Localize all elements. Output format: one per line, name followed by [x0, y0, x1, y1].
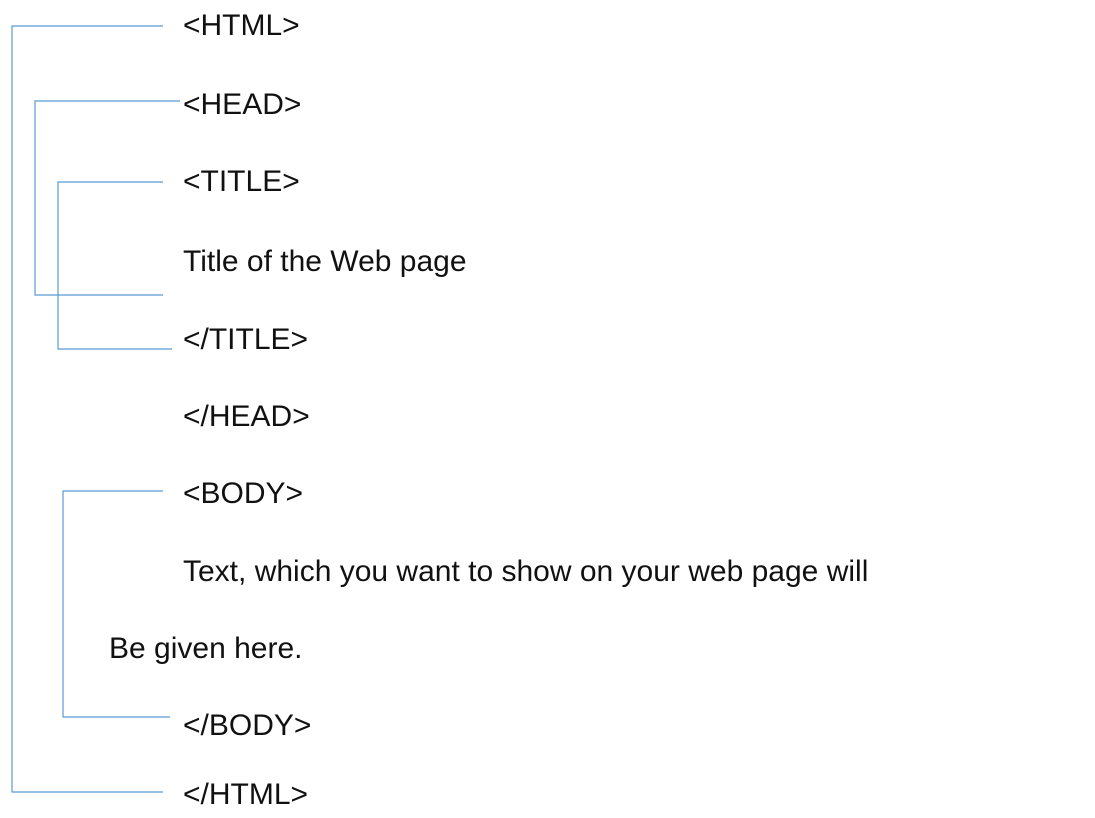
head-bracket: [34, 100, 180, 296]
title-bracket: [57, 181, 172, 350]
body-bracket-line: [62, 490, 170, 718]
body-text-line-1: Text, which you want to show on your web…: [183, 555, 869, 588]
title-close-tag: </TITLE>: [183, 323, 309, 356]
head-open-tag: <HEAD>: [183, 88, 302, 121]
head-close-tag: </HEAD>: [183, 400, 310, 433]
bracket-connectors: [11, 25, 180, 793]
html-open-tag: <HTML>: [183, 9, 300, 42]
body-close-tag: </BODY>: [183, 709, 312, 742]
title-bracket-line: [57, 181, 172, 350]
body-open-tag: <BODY>: [183, 477, 304, 510]
html-close-tag: </HTML>: [183, 778, 309, 811]
head-bracket-line: [34, 100, 180, 296]
body-text-line-2: Be given here.: [109, 632, 303, 665]
title-open-tag: <TITLE>: [183, 165, 300, 198]
title-text: Title of the Web page: [183, 245, 467, 278]
body-bracket: [62, 490, 170, 718]
